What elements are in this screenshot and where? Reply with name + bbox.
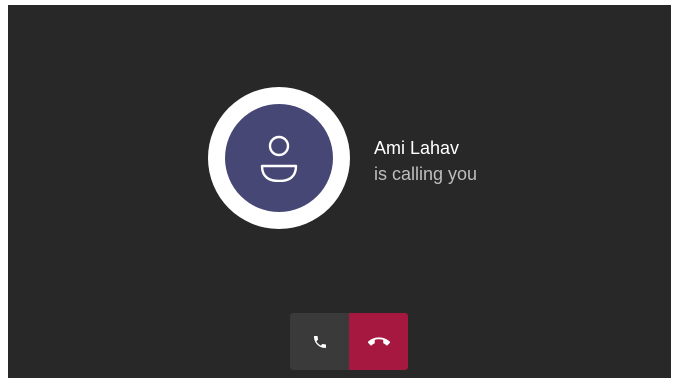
person-icon (260, 135, 298, 182)
hang-up-icon (367, 336, 390, 345)
caller-avatar (225, 104, 333, 212)
call-controls (290, 313, 408, 370)
accept-call-button[interactable] (290, 313, 349, 370)
call-status-text: is calling you (374, 164, 478, 184)
decline-call-button[interactable] (349, 313, 408, 370)
phone-icon (313, 335, 326, 348)
caller-avatar-ring (208, 87, 350, 229)
incoming-call-screen: Ami Lahav is calling you (8, 5, 671, 378)
caller-name: Ami Lahav (374, 138, 460, 158)
